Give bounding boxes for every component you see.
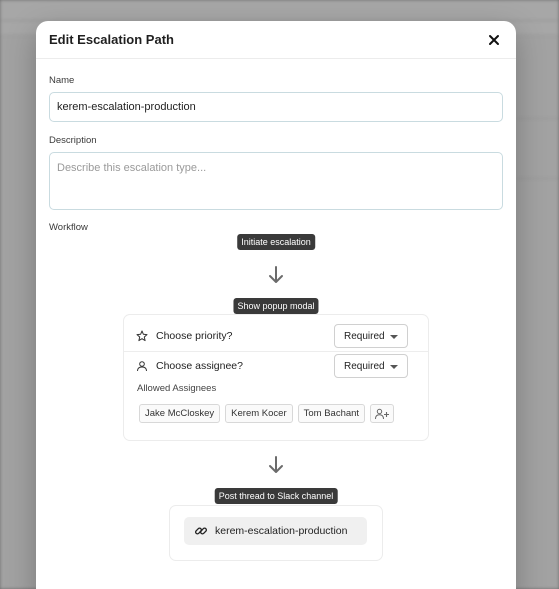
assignee-select[interactable]: Required	[334, 354, 408, 378]
modal-header: Edit Escalation Path	[36, 21, 516, 59]
assignee-label: Choose assignee?	[156, 360, 243, 372]
assignee-chip[interactable]: Kerem Kocer	[225, 404, 293, 423]
priority-select-value: Required	[344, 330, 385, 342]
assignee-chips: Jake McCloskey Kerem Kocer Tom Bachant	[139, 404, 395, 423]
step-post-slack-thread: Post thread to Slack channel	[214, 488, 338, 504]
assignee-chip[interactable]: Jake McCloskey	[139, 404, 221, 423]
slack-channel-card: kerem-escalation-production	[169, 505, 383, 561]
modal-title: Edit Escalation Path	[49, 32, 174, 47]
priority-label: Choose priority?	[156, 330, 233, 342]
link-icon	[194, 527, 208, 535]
edit-escalation-modal: Edit Escalation Path Name Description Wo…	[36, 21, 516, 589]
description-input[interactable]	[49, 152, 503, 210]
assignee-row: Choose assignee? Required	[124, 351, 428, 381]
assignee-select-value: Required	[344, 360, 385, 372]
step-show-popup-modal: Show popup modal	[233, 298, 319, 314]
workflow-label: Workflow	[49, 222, 88, 233]
star-icon	[136, 330, 148, 342]
allowed-assignees-label: Allowed Assignees	[137, 383, 217, 394]
priority-row: Choose priority? Required	[124, 321, 428, 351]
popup-modal-card: Choose priority? Required Choose assigne…	[123, 314, 429, 441]
name-label: Name	[49, 75, 75, 86]
close-icon[interactable]	[485, 31, 503, 49]
user-icon	[137, 361, 147, 372]
priority-select[interactable]: Required	[334, 324, 408, 348]
name-input[interactable]	[49, 92, 503, 122]
step-initiate-escalation: Initiate escalation	[237, 234, 315, 250]
slack-channel-chip[interactable]: kerem-escalation-production	[184, 517, 367, 545]
chevron-down-icon	[390, 335, 398, 339]
add-user-icon[interactable]	[370, 404, 395, 423]
chevron-down-icon	[390, 365, 398, 369]
arrow-down-icon	[269, 456, 283, 473]
arrow-down-icon	[269, 266, 283, 283]
slack-channel-name: kerem-escalation-production	[215, 525, 348, 537]
description-label: Description	[49, 135, 97, 146]
assignee-chip[interactable]: Tom Bachant	[297, 404, 366, 423]
